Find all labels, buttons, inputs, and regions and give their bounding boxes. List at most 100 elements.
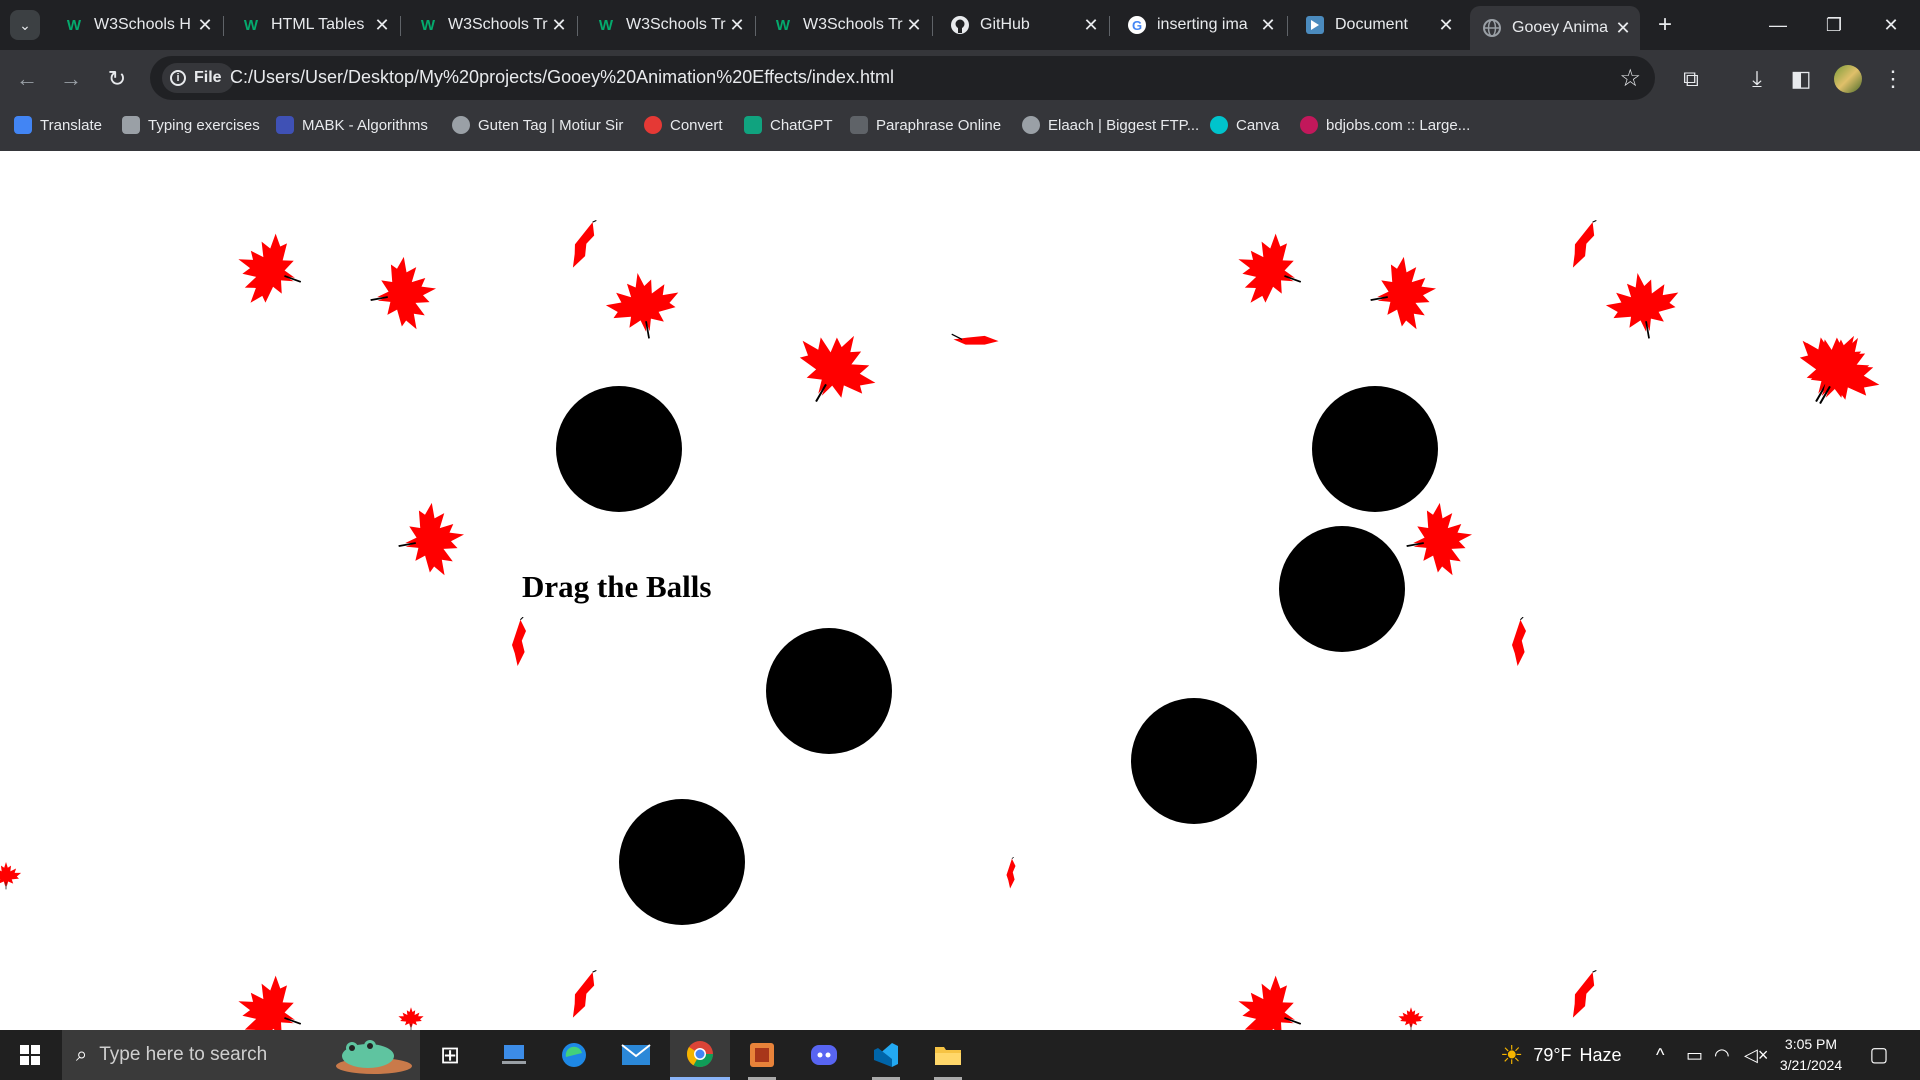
tab-close-icon[interactable]: ✕ [726,15,748,36]
weather-widget[interactable]: ☀ 79°F Haze [1500,1030,1622,1080]
tab-divider [1287,16,1288,36]
windows-start-icon[interactable] [10,1040,50,1070]
tab-html-tables[interactable]: W HTML Tables ✕ [229,8,399,42]
browser-toolbar: ← → ↻ i File C:/Users/User/Desktop/My%20… [0,50,1920,108]
tab-w3schools-1[interactable]: W W3Schools H ✕ [52,8,222,42]
bookmark-convert[interactable]: Convert [644,108,723,142]
draggable-ball[interactable] [1131,698,1257,824]
bookmark-bdjobs[interactable]: bdjobs.com :: Large... [1300,108,1470,142]
wifi-icon[interactable]: ◠ [1714,1030,1730,1080]
back-icon[interactable]: ← [12,64,42,94]
url-text[interactable]: C:/Users/User/Desktop/My%20projects/Gooe… [230,67,894,88]
globe-icon [452,116,470,134]
bookmark-mabk[interactable]: MABK - Algorithms [276,108,428,142]
bookmark-star-icon[interactable]: ☆ [1619,64,1641,93]
tab-w3schools-5[interactable]: W W3Schools Tr ✕ [761,8,931,42]
task-view-icon[interactable]: ⊞ [420,1030,480,1080]
globe-icon [1022,116,1040,134]
tab-w3schools-4[interactable]: W W3Schools Tr ✕ [584,8,754,42]
maple-leaf [218,211,318,329]
w3schools-icon: W [598,16,614,34]
restore-icon[interactable]: ❐ [1814,10,1854,40]
tab-title: GitHub [980,16,1030,33]
maple-leaf [553,962,611,1030]
tab-google[interactable]: G inserting ima ✕ [1115,8,1285,42]
tab-github[interactable]: GitHub ✕ [938,8,1108,42]
bookmark-label: bdjobs.com :: Large... [1326,116,1471,134]
maple-leaf [396,1003,426,1030]
taskbar-search-box[interactable]: ⌕ Type here to search [62,1030,420,1080]
bookmark-elaach[interactable]: Elaach | Biggest FTP... [1022,108,1199,142]
tab-close-icon[interactable]: ✕ [1612,18,1634,39]
tab-w3schools-3[interactable]: W W3Schools Tr ✕ [406,8,576,42]
tab-close-icon[interactable]: ✕ [194,15,216,36]
maple-leaf [504,617,534,673]
tab-close-icon[interactable]: ✕ [1257,15,1279,36]
bookmark-canva[interactable]: Canva [1210,108,1279,142]
bookmark-label: Typing exercises [148,116,260,134]
bookmark-paraphrase-online[interactable]: Paraphrase Online [850,108,1001,142]
weather-condition: Haze [1579,1044,1622,1065]
tab-close-icon[interactable]: ✕ [1080,15,1102,36]
profile-avatar[interactable] [1834,65,1862,93]
discord-icon[interactable] [794,1030,854,1080]
reload-icon[interactable]: ↻ [102,64,132,94]
new-tab-icon[interactable]: + [1650,10,1680,40]
draggable-ball[interactable] [556,386,682,512]
forward-icon[interactable]: → [56,64,86,94]
document-icon [1305,15,1325,35]
tab-title: W3Schools Tr [626,16,726,33]
draggable-ball[interactable] [1279,526,1405,652]
tab-close-icon[interactable]: ✕ [903,15,925,36]
chrome-icon[interactable] [670,1030,730,1080]
device-app-icon[interactable] [484,1030,544,1080]
mail-icon[interactable] [606,1030,666,1080]
minimize-icon[interactable]: — [1758,10,1798,40]
hidden-icons-chevron-icon[interactable]: ^ [1656,1030,1664,1080]
edge-icon[interactable] [544,1030,604,1080]
maple-leaf [363,244,448,345]
menu-icon[interactable]: ⋮ [1878,64,1908,94]
tab-gooey-animation[interactable]: Gooey Anima ✕ [1470,6,1640,50]
bookmark-chatgpt[interactable]: ChatGPT [744,108,833,142]
bookmark-label: Translate [40,116,102,134]
notification-icon[interactable]: ▢ [1866,1042,1892,1068]
site-info-chip[interactable]: i File [162,63,234,93]
bookmark-translate[interactable]: Translate [14,108,102,142]
system-clock[interactable]: 3:05 PM 3/21/2024 [1766,1034,1856,1076]
maple-leaf [553,212,611,282]
vscode-icon[interactable] [856,1030,916,1080]
tab-search-button[interactable]: ⌄ [10,10,40,40]
volume-muted-icon[interactable]: ◁× [1744,1030,1768,1080]
w3schools-icon: W [243,16,259,34]
download-icon[interactable]: ⤓ [1742,64,1772,94]
bookmarks-bar: Translate Typing exercises MABK - Algori… [0,108,1920,152]
tab-divider [755,16,756,36]
draggable-ball[interactable] [1312,386,1438,512]
tab-title: HTML Tables [271,16,365,33]
bookmark-typing-exercises[interactable]: Typing exercises [122,108,260,142]
clock-date: 3/21/2024 [1779,1057,1843,1073]
side-panel-icon[interactable]: ◧ [1786,64,1816,94]
maple-leaf [1553,962,1611,1030]
tab-close-icon[interactable]: ✕ [1435,15,1457,36]
chatgpt-icon [744,116,762,134]
maple-leaf [593,262,694,347]
app-launcher-icon[interactable] [732,1030,792,1080]
draggable-ball[interactable] [619,799,745,925]
extensions-icon[interactable]: ⧉ [1676,64,1706,94]
maple-leaf [1218,211,1318,329]
file-explorer-icon[interactable] [918,1030,978,1080]
tab-close-icon[interactable]: ✕ [371,15,393,36]
draggable-ball[interactable] [766,628,892,754]
battery-icon[interactable]: ▭ [1686,1030,1703,1080]
close-window-icon[interactable]: ✕ [1871,10,1911,40]
tab-title: W3Schools Tr [448,16,548,33]
maple-leaf [1218,953,1318,1030]
tab-close-icon[interactable]: ✕ [548,15,570,36]
tab-divider [932,16,933,36]
address-bar[interactable]: i File C:/Users/User/Desktop/My%20projec… [150,56,1655,100]
bookmark-guten-tag[interactable]: Guten Tag | Motiur Sir [452,108,623,142]
tab-document[interactable]: Document ✕ [1293,8,1463,42]
maple-leaf [1363,244,1448,345]
